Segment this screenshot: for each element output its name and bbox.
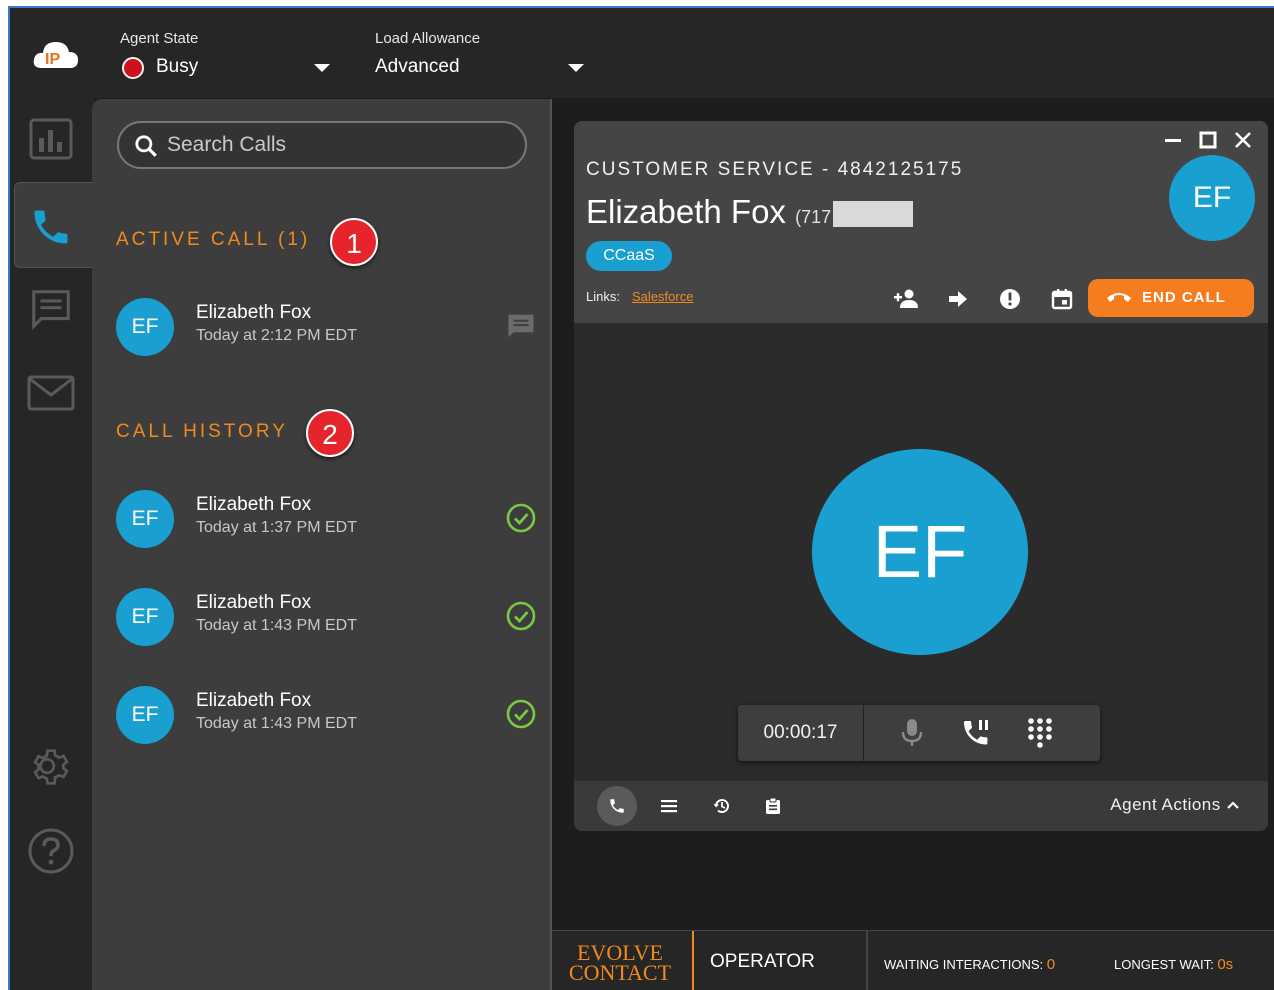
salesforce-link[interactable]: Salesforce	[632, 289, 693, 304]
chat-icon[interactable]	[506, 311, 536, 341]
call-card-footer: Agent Actions	[574, 781, 1268, 831]
chevron-up-icon	[1227, 801, 1239, 809]
app-logo: IP	[32, 38, 80, 70]
close-icon[interactable]	[1232, 129, 1254, 151]
calendar-icon[interactable]	[1048, 285, 1076, 313]
call-list-panel: ACTIVE CALL (1) 1 EF Elizabeth Fox Today…	[92, 99, 552, 990]
avatar: EF	[116, 588, 174, 646]
search-input[interactable]	[167, 131, 507, 159]
transfer-arrow-icon[interactable]	[944, 285, 972, 313]
agent-actions-label: Agent Actions	[1110, 795, 1221, 814]
call-controls: 00:00:17	[738, 705, 1100, 761]
call-time: Today at 1:43 PM EDT	[196, 715, 357, 732]
add-participant-icon[interactable]	[892, 285, 920, 313]
bar-chart-icon[interactable]	[26, 114, 76, 164]
agent-state-dropdown-icon[interactable]	[314, 64, 330, 72]
search-box[interactable]	[117, 121, 527, 169]
brand-line-2: CONTACT	[568, 960, 672, 985]
divider	[692, 931, 694, 990]
call-card: CUSTOMER SERVICE - 4842125175 Elizabeth …	[574, 121, 1268, 831]
longest-wait: LONGEST WAIT: 0s	[1114, 956, 1233, 973]
left-nav-rail	[10, 98, 96, 990]
hold-call-icon[interactable]	[960, 717, 992, 749]
end-call-button[interactable]: END CALL	[1088, 279, 1254, 317]
waiting-interactions: WAITING INTERACTIONS: 0	[884, 956, 1055, 973]
active-call-heading: ACTIVE CALL (1)	[116, 229, 311, 250]
annotation-badge-2: 2	[306, 409, 354, 457]
phone-icon[interactable]	[26, 202, 76, 252]
caller-avatar: EF	[1169, 155, 1255, 241]
agent-actions-menu[interactable]: Agent Actions	[1110, 795, 1240, 815]
history-icon[interactable]	[701, 786, 741, 826]
load-allowance-value[interactable]: Advanced	[375, 56, 460, 78]
caller-avatar-large: EF	[812, 449, 1028, 655]
call-time: Today at 1:43 PM EDT	[196, 617, 357, 634]
call-history-heading: CALL HISTORY	[116, 421, 288, 442]
caller-name: Elizabeth Fox (717	[586, 193, 914, 231]
check-circle-icon	[506, 601, 536, 631]
brand-logo: EVOLVE CONTACT	[560, 942, 680, 985]
redacted-phone-mask	[833, 201, 914, 228]
waiting-value: 0	[1046, 956, 1056, 973]
call-time: Today at 1:37 PM EDT	[196, 519, 357, 536]
microphone-icon[interactable]	[896, 717, 928, 749]
chat-icon[interactable]	[26, 284, 76, 334]
end-call-label: END CALL	[1142, 289, 1226, 306]
call-name: Elizabeth Fox	[196, 494, 312, 515]
operator-mode: OPERATOR	[710, 951, 815, 972]
avatar: EF	[116, 298, 174, 356]
check-circle-icon	[506, 503, 536, 533]
history-call-item[interactable]: EF Elizabeth Fox Today at 1:37 PM EDT	[116, 488, 536, 548]
links-label: Links:	[586, 289, 620, 304]
dialpad-icon[interactable]	[1024, 717, 1056, 749]
load-allowance-dropdown-icon[interactable]	[568, 64, 584, 72]
longest-label: LONGEST WAIT:	[1114, 957, 1214, 972]
annotation-badge-1: 1	[330, 218, 378, 266]
longest-value: 0s	[1217, 956, 1234, 973]
active-call-item[interactable]: EF Elizabeth Fox Today at 2:12 PM EDT	[116, 296, 536, 356]
clipboard-icon[interactable]	[753, 786, 793, 826]
gear-icon[interactable]	[26, 742, 76, 792]
call-card-header: CUSTOMER SERVICE - 4842125175 Elizabeth …	[574, 121, 1268, 323]
load-allowance-label: Load Allowance	[375, 30, 481, 47]
history-call-item[interactable]: EF Elizabeth Fox Today at 1:43 PM EDT	[116, 586, 536, 646]
avatar: EF	[116, 686, 174, 744]
app-window: IP Agent State Busy Load Allowance Advan…	[8, 6, 1274, 990]
phone-tab-icon[interactable]	[597, 786, 637, 826]
caller-phone: (717	[795, 207, 832, 227]
status-bar: EVOLVE CONTACT OPERATOR WAITING INTERACT…	[552, 930, 1274, 990]
call-time: Today at 2:12 PM EDT	[196, 327, 357, 344]
call-name: Elizabeth Fox	[196, 690, 312, 711]
svg-text:IP: IP	[45, 51, 60, 68]
call-name: Elizabeth Fox	[196, 592, 312, 613]
search-icon	[135, 135, 157, 157]
top-bar: IP Agent State Busy Load Allowance Advan…	[10, 8, 1274, 98]
call-name: Elizabeth Fox	[196, 302, 312, 323]
call-timer: 00:00:17	[738, 705, 864, 761]
queue-label: CUSTOMER SERVICE - 4842125175	[586, 159, 964, 180]
agent-state-label: Agent State	[120, 30, 199, 47]
hang-up-icon	[1107, 293, 1131, 302]
check-circle-icon	[506, 699, 536, 729]
waiting-label: WAITING INTERACTIONS:	[884, 957, 1044, 972]
history-call-item[interactable]: EF Elizabeth Fox Today at 1:43 PM EDT	[116, 684, 536, 744]
agent-state-value[interactable]: Busy	[156, 56, 198, 78]
maximize-icon[interactable]	[1197, 129, 1219, 151]
call-workspace: CUSTOMER SERVICE - 4842125175 Elizabeth …	[552, 99, 1274, 930]
minimize-icon[interactable]	[1162, 129, 1184, 151]
list-icon[interactable]	[649, 786, 689, 826]
help-icon[interactable]	[26, 826, 76, 876]
divider	[866, 931, 868, 990]
mail-icon[interactable]	[26, 368, 76, 418]
busy-status-dot	[122, 57, 144, 79]
alert-icon[interactable]	[996, 285, 1024, 313]
caller-name-text: Elizabeth Fox	[586, 193, 786, 230]
avatar: EF	[116, 490, 174, 548]
ccaas-tag: CCaaS	[586, 241, 672, 271]
